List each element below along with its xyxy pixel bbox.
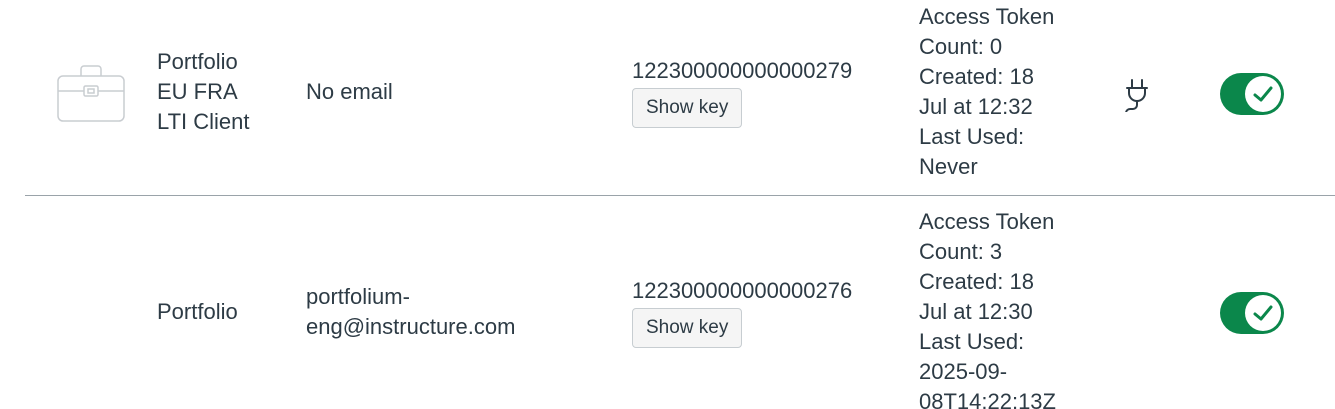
developer-keys-table: Portfolio EU FRA LTI Client No email 122… xyxy=(0,0,1335,409)
details-line: Access Token xyxy=(919,4,1055,29)
checkmark-icon xyxy=(1253,86,1273,102)
enable-toggle[interactable] xyxy=(1220,73,1284,115)
owner-email: No email xyxy=(306,79,393,104)
checkmark-icon xyxy=(1253,305,1273,321)
show-key-button[interactable]: Show key xyxy=(632,88,743,128)
key-details: Access Token Count: 3 Created: 18 Jul at… xyxy=(919,207,1089,409)
owner-email: portfolium- eng@instructure.com xyxy=(306,282,606,342)
details-line: Count: 0 xyxy=(919,34,1003,59)
client-id: 122300000000000276 Show key xyxy=(632,276,852,348)
key-name: Portfolio EU FRA LTI Client xyxy=(157,47,287,137)
details-line: 08T14:22:13Z xyxy=(919,389,1056,409)
key-name-line: Portfolio xyxy=(157,299,238,324)
details-line: Created: 18 xyxy=(919,64,1034,89)
details-line: Never xyxy=(919,154,978,179)
key-name-line: EU FRA xyxy=(157,79,238,104)
table-row: Portfolio EU FRA LTI Client No email 122… xyxy=(0,0,1335,195)
details-line: Last Used: xyxy=(919,124,1025,149)
key-details: Access Token Count: 0 Created: 18 Jul at… xyxy=(919,2,1089,182)
details-line: Jul at 12:32 xyxy=(919,94,1033,119)
toggle-knob xyxy=(1245,295,1281,331)
owner-email-line: portfolium- xyxy=(306,284,410,309)
key-name-line: Portfolio xyxy=(157,49,238,74)
toggle-knob xyxy=(1245,76,1281,112)
table-row: Portfolio portfolium- eng@instructure.co… xyxy=(0,196,1335,409)
details-line: 2025-09- xyxy=(919,359,1008,384)
key-name-line: LTI Client xyxy=(157,109,250,134)
details-line: Last Used: xyxy=(919,329,1025,354)
details-line: Access Token xyxy=(919,209,1055,234)
plug-icon xyxy=(1122,78,1152,114)
briefcase-icon xyxy=(57,64,125,122)
details-line: Count: 3 xyxy=(919,239,1003,264)
details-line: Created: 18 xyxy=(919,269,1034,294)
client-id-value: 122300000000000276 xyxy=(632,278,853,303)
key-name: Portfolio xyxy=(157,297,287,327)
enable-toggle[interactable] xyxy=(1220,292,1284,334)
details-line: Jul at 12:30 xyxy=(919,299,1033,324)
show-key-button[interactable]: Show key xyxy=(632,308,743,348)
client-id-value: 122300000000000279 xyxy=(632,58,853,83)
owner-email-line: eng@instructure.com xyxy=(306,314,516,339)
client-id: 122300000000000279 Show key xyxy=(632,56,852,128)
